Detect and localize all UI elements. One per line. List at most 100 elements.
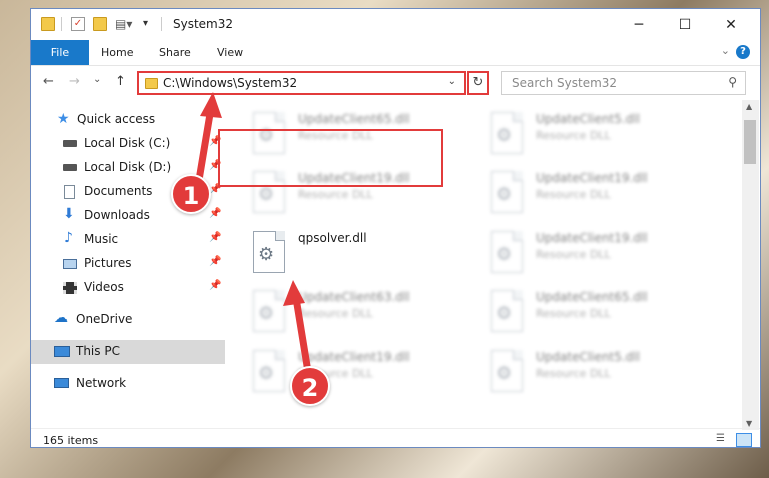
properties-icon[interactable]: ✓ xyxy=(71,17,85,31)
expand-ribbon-icon[interactable]: ⌄ xyxy=(721,44,730,57)
nav-item-label: Local Disk (C:) xyxy=(84,136,171,150)
recent-locations-button[interactable]: ⌄ xyxy=(93,74,101,85)
maximize-button[interactable]: ☐ xyxy=(662,9,708,40)
file-item[interactable]: ⚙ UpdateClient19.dll Resource DLL xyxy=(463,231,683,287)
gear-icon: ⚙ xyxy=(258,244,275,265)
nav-item-label: Videos xyxy=(84,280,124,294)
nav-item-label: This PC xyxy=(76,344,120,358)
nav-item-label: Music xyxy=(84,232,119,246)
back-button[interactable]: ← xyxy=(43,74,54,89)
file-item[interactable]: ⚙ UpdateClient5.dll Resource DLL xyxy=(463,112,683,168)
nav-item-label: Pictures xyxy=(84,256,132,270)
details-view-icon[interactable]: ☰ xyxy=(716,433,730,445)
nav-item-videos[interactable]: Videos 📌 xyxy=(31,276,225,300)
nav-item-pictures[interactable]: Pictures 📌 xyxy=(31,252,225,276)
tab-home[interactable]: Home xyxy=(101,40,133,65)
pin-icon: 📌 xyxy=(209,136,222,147)
music-icon: ♪ xyxy=(64,230,73,246)
downloads-icon: ⬇ xyxy=(63,206,75,222)
new-folder-icon[interactable] xyxy=(93,17,107,31)
gear-icon: ⚙ xyxy=(496,184,513,205)
file-item[interactable]: ⚙ UpdateClient65.dll Resource DLL xyxy=(463,290,683,346)
item-count: 165 items xyxy=(43,434,99,447)
pin-icon: 📌 xyxy=(209,160,222,171)
pin-icon: 📌 xyxy=(209,208,222,219)
up-button[interactable]: ↑ xyxy=(115,74,126,89)
file-type: Resource DLL xyxy=(298,129,373,142)
search-input[interactable]: Search System32 xyxy=(512,76,617,90)
step-2-badge: 2 xyxy=(290,366,330,406)
help-icon[interactable]: ? xyxy=(736,45,750,59)
star-icon: ★ xyxy=(57,111,70,127)
nav-item-local-disk-c[interactable]: Local Disk (C:) 📌 xyxy=(31,132,225,156)
pin-icon: 📌 xyxy=(209,256,222,267)
status-bar: 165 items ☰ xyxy=(31,428,760,449)
nav-item-label: OneDrive xyxy=(76,312,133,326)
nav-item-label: Downloads xyxy=(84,208,150,222)
separator xyxy=(61,17,62,31)
explorer-window: ✓ ▤▾ ▾ System32 ─ ☐ ✕ File Home Share Vi… xyxy=(30,8,761,448)
search-icon[interactable]: ⚲ xyxy=(728,75,737,89)
file-item[interactable]: ⚙ UpdateClient65.dll Resource DLL xyxy=(225,112,445,168)
gear-icon: ⚙ xyxy=(258,125,275,146)
address-bar[interactable]: C:\Windows\System32 ⌄ xyxy=(137,71,466,95)
file-name: UpdateClient19.dll xyxy=(298,350,410,364)
file-type: Resource DLL xyxy=(298,188,373,201)
pictures-icon xyxy=(63,259,77,269)
file-item[interactable]: ⚙ UpdateClient19.dll Resource DLL xyxy=(225,350,445,406)
refresh-button[interactable]: ↻ xyxy=(467,71,489,95)
file-name: UpdateClient5.dll xyxy=(536,112,640,126)
tab-file[interactable]: File xyxy=(31,40,89,65)
gear-icon: ⚙ xyxy=(258,184,275,205)
address-path[interactable]: C:\Windows\System32 xyxy=(163,76,297,90)
large-icons-view-icon[interactable] xyxy=(736,433,752,447)
vertical-scrollbar[interactable]: ▲ ▼ xyxy=(742,100,759,430)
file-type: Resource DLL xyxy=(536,188,611,201)
pin-icon: 📌 xyxy=(209,232,222,243)
close-button[interactable]: ✕ xyxy=(708,9,754,40)
nav-item-quick-access[interactable]: ★ Quick access xyxy=(31,108,225,132)
nav-item-label: Network xyxy=(76,376,127,390)
file-name: UpdateClient65.dll xyxy=(536,290,648,304)
step-1-badge: 1 xyxy=(171,174,211,214)
address-dropdown-icon[interactable]: ⌄ xyxy=(448,76,456,87)
customize-toolbar-icon[interactable]: ▤▾ xyxy=(115,17,132,31)
minimize-button[interactable]: ─ xyxy=(616,9,662,40)
navigation-bar: ← → ⌄ ↑ C:\Windows\System32 ⌄ ↻ Search S… xyxy=(31,66,760,100)
file-item[interactable]: ⚙ UpdateClient63.dll Resource DLL xyxy=(225,290,445,346)
network-icon xyxy=(54,378,69,388)
folder-icon xyxy=(145,78,158,89)
gear-icon: ⚙ xyxy=(496,244,513,265)
gear-icon: ⚙ xyxy=(496,125,513,146)
file-item[interactable]: ⚙ UpdateClient19.dll Resource DLL xyxy=(225,171,445,227)
file-item[interactable]: ⚙ UpdateClient5.dll Resource DLL xyxy=(463,350,683,406)
tab-view[interactable]: View xyxy=(217,40,243,65)
navigation-pane: ★ Quick access Local Disk (C:) 📌 Local D… xyxy=(31,106,225,426)
tab-share[interactable]: Share xyxy=(159,40,191,65)
nav-item-music[interactable]: ♪ Music 📌 xyxy=(31,228,225,252)
drive-icon xyxy=(63,140,77,147)
file-name: UpdateClient5.dll xyxy=(536,350,640,364)
gear-icon: ⚙ xyxy=(496,303,513,324)
file-name: UpdateClient19.dll xyxy=(536,171,648,185)
nav-item-this-pc[interactable]: This PC xyxy=(31,340,225,364)
ribbon: File Home Share View ⌄ ? xyxy=(31,40,760,66)
file-item[interactable]: ⚙ UpdateClient19.dll Resource DLL xyxy=(463,171,683,227)
file-item-qpsolver[interactable]: ⚙ qpsolver.dll xyxy=(225,231,445,287)
scroll-up-icon[interactable]: ▲ xyxy=(746,102,752,111)
scrollbar-thumb[interactable] xyxy=(744,120,756,164)
search-box[interactable]: Search System32 ⚲ xyxy=(501,71,746,95)
nav-item-label: Quick access xyxy=(77,112,156,126)
onedrive-icon: ☁ xyxy=(54,310,68,326)
documents-icon xyxy=(64,185,75,199)
separator xyxy=(161,17,162,31)
qat-dropdown-icon[interactable]: ▾ xyxy=(143,17,157,31)
nav-item-onedrive[interactable]: ☁ OneDrive xyxy=(31,308,225,332)
videos-icon xyxy=(63,282,77,294)
gear-icon: ⚙ xyxy=(258,303,275,324)
scroll-down-icon[interactable]: ▼ xyxy=(746,419,752,428)
forward-button[interactable]: → xyxy=(69,74,80,89)
nav-item-network[interactable]: Network xyxy=(31,372,225,396)
file-name: UpdateClient65.dll xyxy=(298,112,410,126)
file-type: Resource DLL xyxy=(536,367,611,380)
